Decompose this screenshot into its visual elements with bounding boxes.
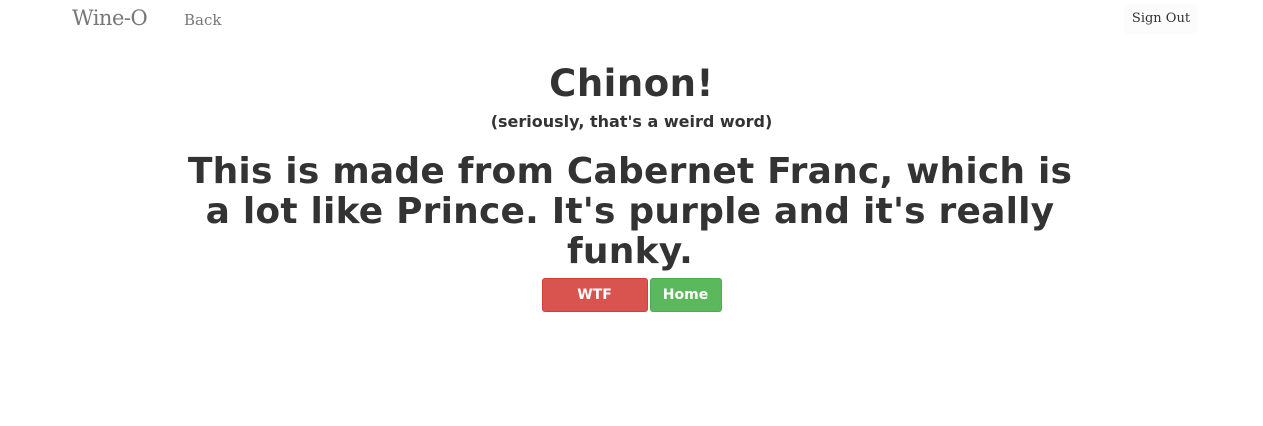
wine-description: This is made from Cabernet Franc, which …	[187, 151, 1073, 272]
home-button[interactable]: Home	[649, 278, 722, 312]
brand-link[interactable]: Wine-O	[72, 6, 148, 30]
navbar: Wine-O Back Sign Out	[0, 0, 1263, 40]
back-link[interactable]: Back	[184, 11, 221, 29]
sign-out-button[interactable]: Sign Out	[1124, 4, 1198, 34]
wtf-again-button[interactable]: WTF again	[541, 278, 648, 335]
page-title: Chinon!	[549, 62, 714, 105]
action-buttons: WTF again Home	[0, 278, 1263, 335]
page-subtitle: (seriously, that's a weird word)	[490, 112, 773, 131]
